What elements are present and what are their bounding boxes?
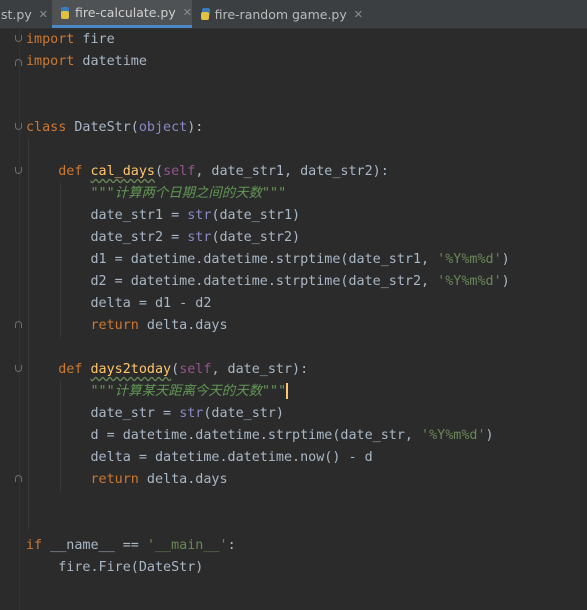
- code-line-8: """计算两个日期之间的天数""": [90, 186, 287, 201]
- python-file-icon: [200, 7, 210, 21]
- tab-fire-calculate[interactable]: fire-calculate.py ✕: [52, 0, 192, 28]
- code-editor[interactable]: import fire import datetime class DateSt…: [0, 29, 587, 610]
- code-line-16: def days2today(self, date_str):: [58, 362, 309, 377]
- fold-marker-icon[interactable]: [15, 321, 22, 328]
- code-line-14: return delta.days: [90, 318, 228, 333]
- code-line-12: d2 = datetime.datetime.strptime(date_str…: [90, 274, 510, 289]
- tab-st-py[interactable]: st.py ✕: [0, 0, 50, 28]
- close-icon[interactable]: ✕: [39, 8, 48, 21]
- code-line-19: d = datetime.datetime.strptime(date_str,…: [90, 428, 494, 443]
- tab-label: st.py: [1, 6, 32, 22]
- python-file-icon: [60, 6, 70, 20]
- code-line-5: class DateStr(object):: [26, 120, 204, 135]
- code-line-9: date_str1 = str(date_str1): [90, 208, 301, 223]
- fold-marker-icon[interactable]: [15, 35, 22, 42]
- tab-label: fire-random game.py: [214, 6, 347, 22]
- close-icon[interactable]: ✕: [354, 8, 363, 21]
- code-line-17: """计算某天距离今天的天数""": [90, 383, 289, 399]
- code-line-18: date_str = str(date_str): [90, 406, 285, 421]
- code-line-25: fire.Fire(DateStr): [58, 560, 204, 575]
- fold-marker-icon[interactable]: [15, 59, 22, 66]
- tab-fire-random-game[interactable]: fire-random game.py ✕: [193, 0, 363, 28]
- code-line-21: return delta.days: [90, 472, 228, 487]
- code-line-1: import fire: [26, 32, 115, 47]
- code-line-10: date_str2 = str(date_str2): [90, 230, 301, 245]
- code-line-20: delta = datetime.datetime.now() - d: [90, 450, 373, 465]
- fold-marker-icon[interactable]: [15, 167, 22, 174]
- editor-tab-bar: st.py ✕ fire-calculate.py ✕ fire-random …: [0, 0, 587, 29]
- code-line-7: def cal_days(self, date_str1, date_str2)…: [58, 164, 389, 179]
- text-cursor: [286, 383, 289, 399]
- code-line-13: delta = d1 - d2: [90, 296, 212, 311]
- fold-marker-icon[interactable]: [15, 365, 22, 372]
- code-line-2: import datetime: [26, 54, 147, 69]
- tab-label: fire-calculate.py: [75, 5, 176, 20]
- code-line-11: d1 = datetime.datetime.strptime(date_str…: [90, 252, 510, 267]
- close-icon[interactable]: ✕: [183, 6, 192, 19]
- code-line-24: if __name__ == '__main__':: [26, 538, 236, 553]
- gutter-separator: [19, 29, 20, 610]
- fold-marker-icon[interactable]: [15, 475, 22, 482]
- fold-marker-icon[interactable]: [15, 123, 22, 130]
